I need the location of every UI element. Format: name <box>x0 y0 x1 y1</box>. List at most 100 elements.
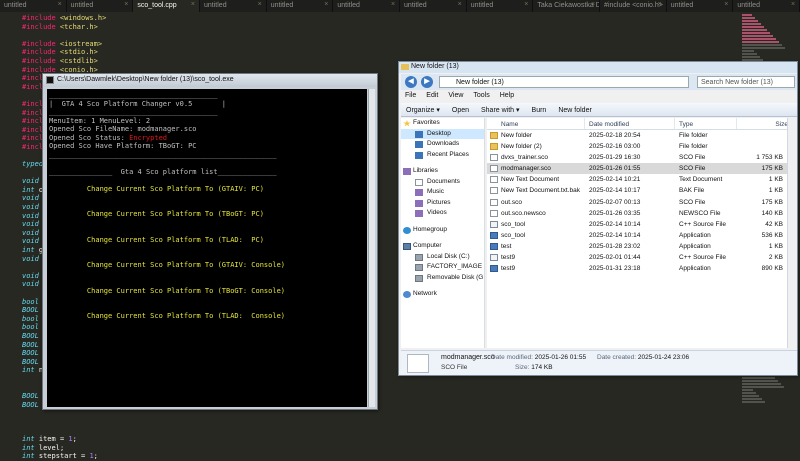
toolbar-button[interactable]: Organize ▾ <box>401 103 447 114</box>
file-row[interactable]: out.sco.newsco 2025-01-26 03:35 NEWSCO Fil… <box>487 208 791 219</box>
editor-tab[interactable]: untitled × <box>733 0 800 12</box>
file-size: 1 KB <box>768 176 783 184</box>
code-keyword: BOOL <box>22 340 39 349</box>
column-header-size[interactable]: Size <box>737 118 789 129</box>
toolbar-button[interactable]: New folder <box>553 104 598 114</box>
menu-item-tools[interactable]: Tools <box>473 92 489 99</box>
console-output[interactable]: ________________________________________… <box>47 89 367 407</box>
close-icon[interactable]: × <box>124 1 128 8</box>
menu-item-view[interactable]: View <box>448 92 463 99</box>
editor-tab[interactable]: untitled × <box>467 0 534 12</box>
explorer-title-bar[interactable]: New folder (13) <box>399 62 797 73</box>
console-option: Change Current Sco Platform To (TLAD: PC… <box>86 235 264 244</box>
close-icon[interactable]: × <box>791 1 795 8</box>
console-title-bar[interactable]: C:\Users\Dawmlek\Desktop\New folder (13)… <box>43 74 377 87</box>
close-icon[interactable]: × <box>591 1 595 8</box>
editor-tab[interactable]: untitled × <box>667 0 734 12</box>
file-row[interactable]: New Text Document 2025-02-14 10:21 Text Do… <box>487 174 791 185</box>
back-button[interactable]: ◀ <box>405 76 417 88</box>
details-date-created: Date created: 2025-01-24 23:06 <box>597 354 690 361</box>
code-text: <cstdlib> <box>55 56 98 65</box>
close-icon[interactable]: × <box>724 1 728 8</box>
file-type: Application <box>679 265 711 273</box>
explorer-window[interactable]: New folder (13) ◀ ▶ New folder (13) Sear… <box>398 61 798 376</box>
console-window[interactable]: C:\Users\Dawmlek\Desktop\New folder (13)… <box>42 73 378 410</box>
close-icon[interactable]: × <box>191 1 195 8</box>
editor-tab[interactable]: untitled × <box>67 0 134 12</box>
close-icon[interactable]: × <box>658 1 662 8</box>
menu-item-file[interactable]: File <box>405 92 416 99</box>
minimap-line <box>742 29 767 31</box>
nav-item[interactable]: Music <box>401 187 484 198</box>
nav-item[interactable]: Removable Disk (G:) <box>401 273 484 284</box>
navigation-pane[interactable]: Favorites Desktop Downloads Recent Places Li… <box>401 118 485 348</box>
file-row[interactable]: test 2025-01-28 23:02 Application 1 KB <box>487 241 791 252</box>
file-row[interactable]: modmanager.sco 2025-01-26 01:55 SCO File 17… <box>487 163 791 175</box>
address-field[interactable]: New folder (13) <box>439 76 689 88</box>
close-icon[interactable]: × <box>258 1 262 8</box>
nav-item[interactable]: Network <box>401 289 484 300</box>
toolbar-button[interactable]: Share with ▾ <box>476 103 527 114</box>
nav-item[interactable]: Favorites <box>401 118 484 129</box>
column-header-type[interactable]: Type <box>675 118 737 129</box>
editor-tab[interactable]: untitled × <box>400 0 467 12</box>
console-scrollbar[interactable] <box>368 89 375 407</box>
editor-tab[interactable]: Taka Ciekawostka Dla Moich Fanów× <box>533 0 601 12</box>
close-icon[interactable]: × <box>524 1 528 8</box>
nav-item[interactable]: Videos <box>401 208 484 219</box>
nav-item[interactable]: Desktop <box>401 128 484 139</box>
editor-tab[interactable]: sco_tool.cpp × <box>133 0 201 12</box>
file-row[interactable]: sco_tool 2025-02-14 10:14 C++ Source File 4… <box>487 219 791 230</box>
nav-item[interactable]: Local Disk (C:) <box>401 252 484 263</box>
file-row[interactable]: New Text Document.txt.bak 2025-02-14 10:1… <box>487 185 791 196</box>
editor-tab[interactable]: untitled × <box>267 0 334 12</box>
toolbar-button[interactable]: Burn <box>527 104 554 114</box>
music-icon <box>415 189 423 196</box>
file-name: New Text Document <box>487 174 585 185</box>
file-date: 2025-01-26 01:55 <box>589 165 641 173</box>
network-icon <box>403 291 411 298</box>
close-icon[interactable]: × <box>324 1 328 8</box>
explorer-menu-bar: File Edit View Tools Help <box>401 92 797 102</box>
close-icon[interactable]: × <box>458 1 462 8</box>
nav-item[interactable]: FACTORY_IMAGE (D: <box>401 262 484 273</box>
close-icon[interactable]: × <box>58 1 62 8</box>
nav-item[interactable]: Downloads <box>401 139 484 150</box>
editor-tab[interactable]: untitled × <box>200 0 267 12</box>
nav-item[interactable]: Pictures <box>401 198 484 209</box>
minimap-line <box>742 14 752 16</box>
minimap-line <box>742 32 770 34</box>
file-row[interactable]: New folder (2) 2025-02-16 03:00 File folde… <box>487 141 791 152</box>
file-row[interactable]: test9 2025-02-01 01:44 C++ Source File 2 KB <box>487 252 791 263</box>
column-header-date-modified[interactable]: Date modified <box>585 118 675 129</box>
console-option: Change Current Sco Platform To (TBoGT: C… <box>86 286 286 295</box>
toolbar-button[interactable]: Open <box>447 104 476 114</box>
editor-tab[interactable]: untitled × <box>333 0 401 12</box>
editor-tab[interactable]: untitled × <box>0 0 67 12</box>
file-list-scrollbar[interactable] <box>787 118 795 348</box>
menu-item-help[interactable]: Help <box>500 92 514 99</box>
nav-item[interactable]: Computer <box>401 241 484 252</box>
nav-item-label: Pictures <box>427 198 451 206</box>
file-row[interactable]: sco_tool 2025-02-14 10:14 Application 536 K… <box>487 230 791 241</box>
file-row[interactable]: out.sco 2025-02-07 00:13 SCO File 175 KB <box>487 197 791 208</box>
nav-item[interactable]: Recent Places <box>401 150 484 161</box>
nav-item[interactable]: Documents <box>401 177 484 188</box>
file-row[interactable]: dvxs_trainer.sco 2025-01-29 16:30 SCO File… <box>487 152 791 163</box>
code-line: #include <tchar.h> <box>22 23 106 32</box>
file-list[interactable]: Name Date modified Type Size New folder 2025… <box>487 118 791 348</box>
column-header-name[interactable]: Name <box>487 118 585 129</box>
close-icon[interactable]: × <box>391 1 395 8</box>
file-row[interactable]: test9 2025-01-31 23:18 Application 890 KB <box>487 263 791 274</box>
search-field[interactable]: Search New folder (13) <box>697 76 795 88</box>
nav-item[interactable]: Libraries <box>401 166 484 177</box>
file-type: C++ Source File <box>679 254 726 262</box>
nav-item[interactable]: Homegroup <box>401 225 484 236</box>
editor-tab[interactable]: #include <conio.h> × <box>600 0 667 12</box>
console-option: Change Current Sco Platform To (GTAIV: C… <box>86 261 286 269</box>
forward-button[interactable]: ▶ <box>421 76 433 88</box>
menu-item-edit[interactable]: Edit <box>426 92 438 99</box>
file-row[interactable]: New folder 2025-02-18 20:54 File folder <box>487 130 791 141</box>
details-date-modified: Date modified: 2025-01-26 01:55 <box>491 354 587 361</box>
